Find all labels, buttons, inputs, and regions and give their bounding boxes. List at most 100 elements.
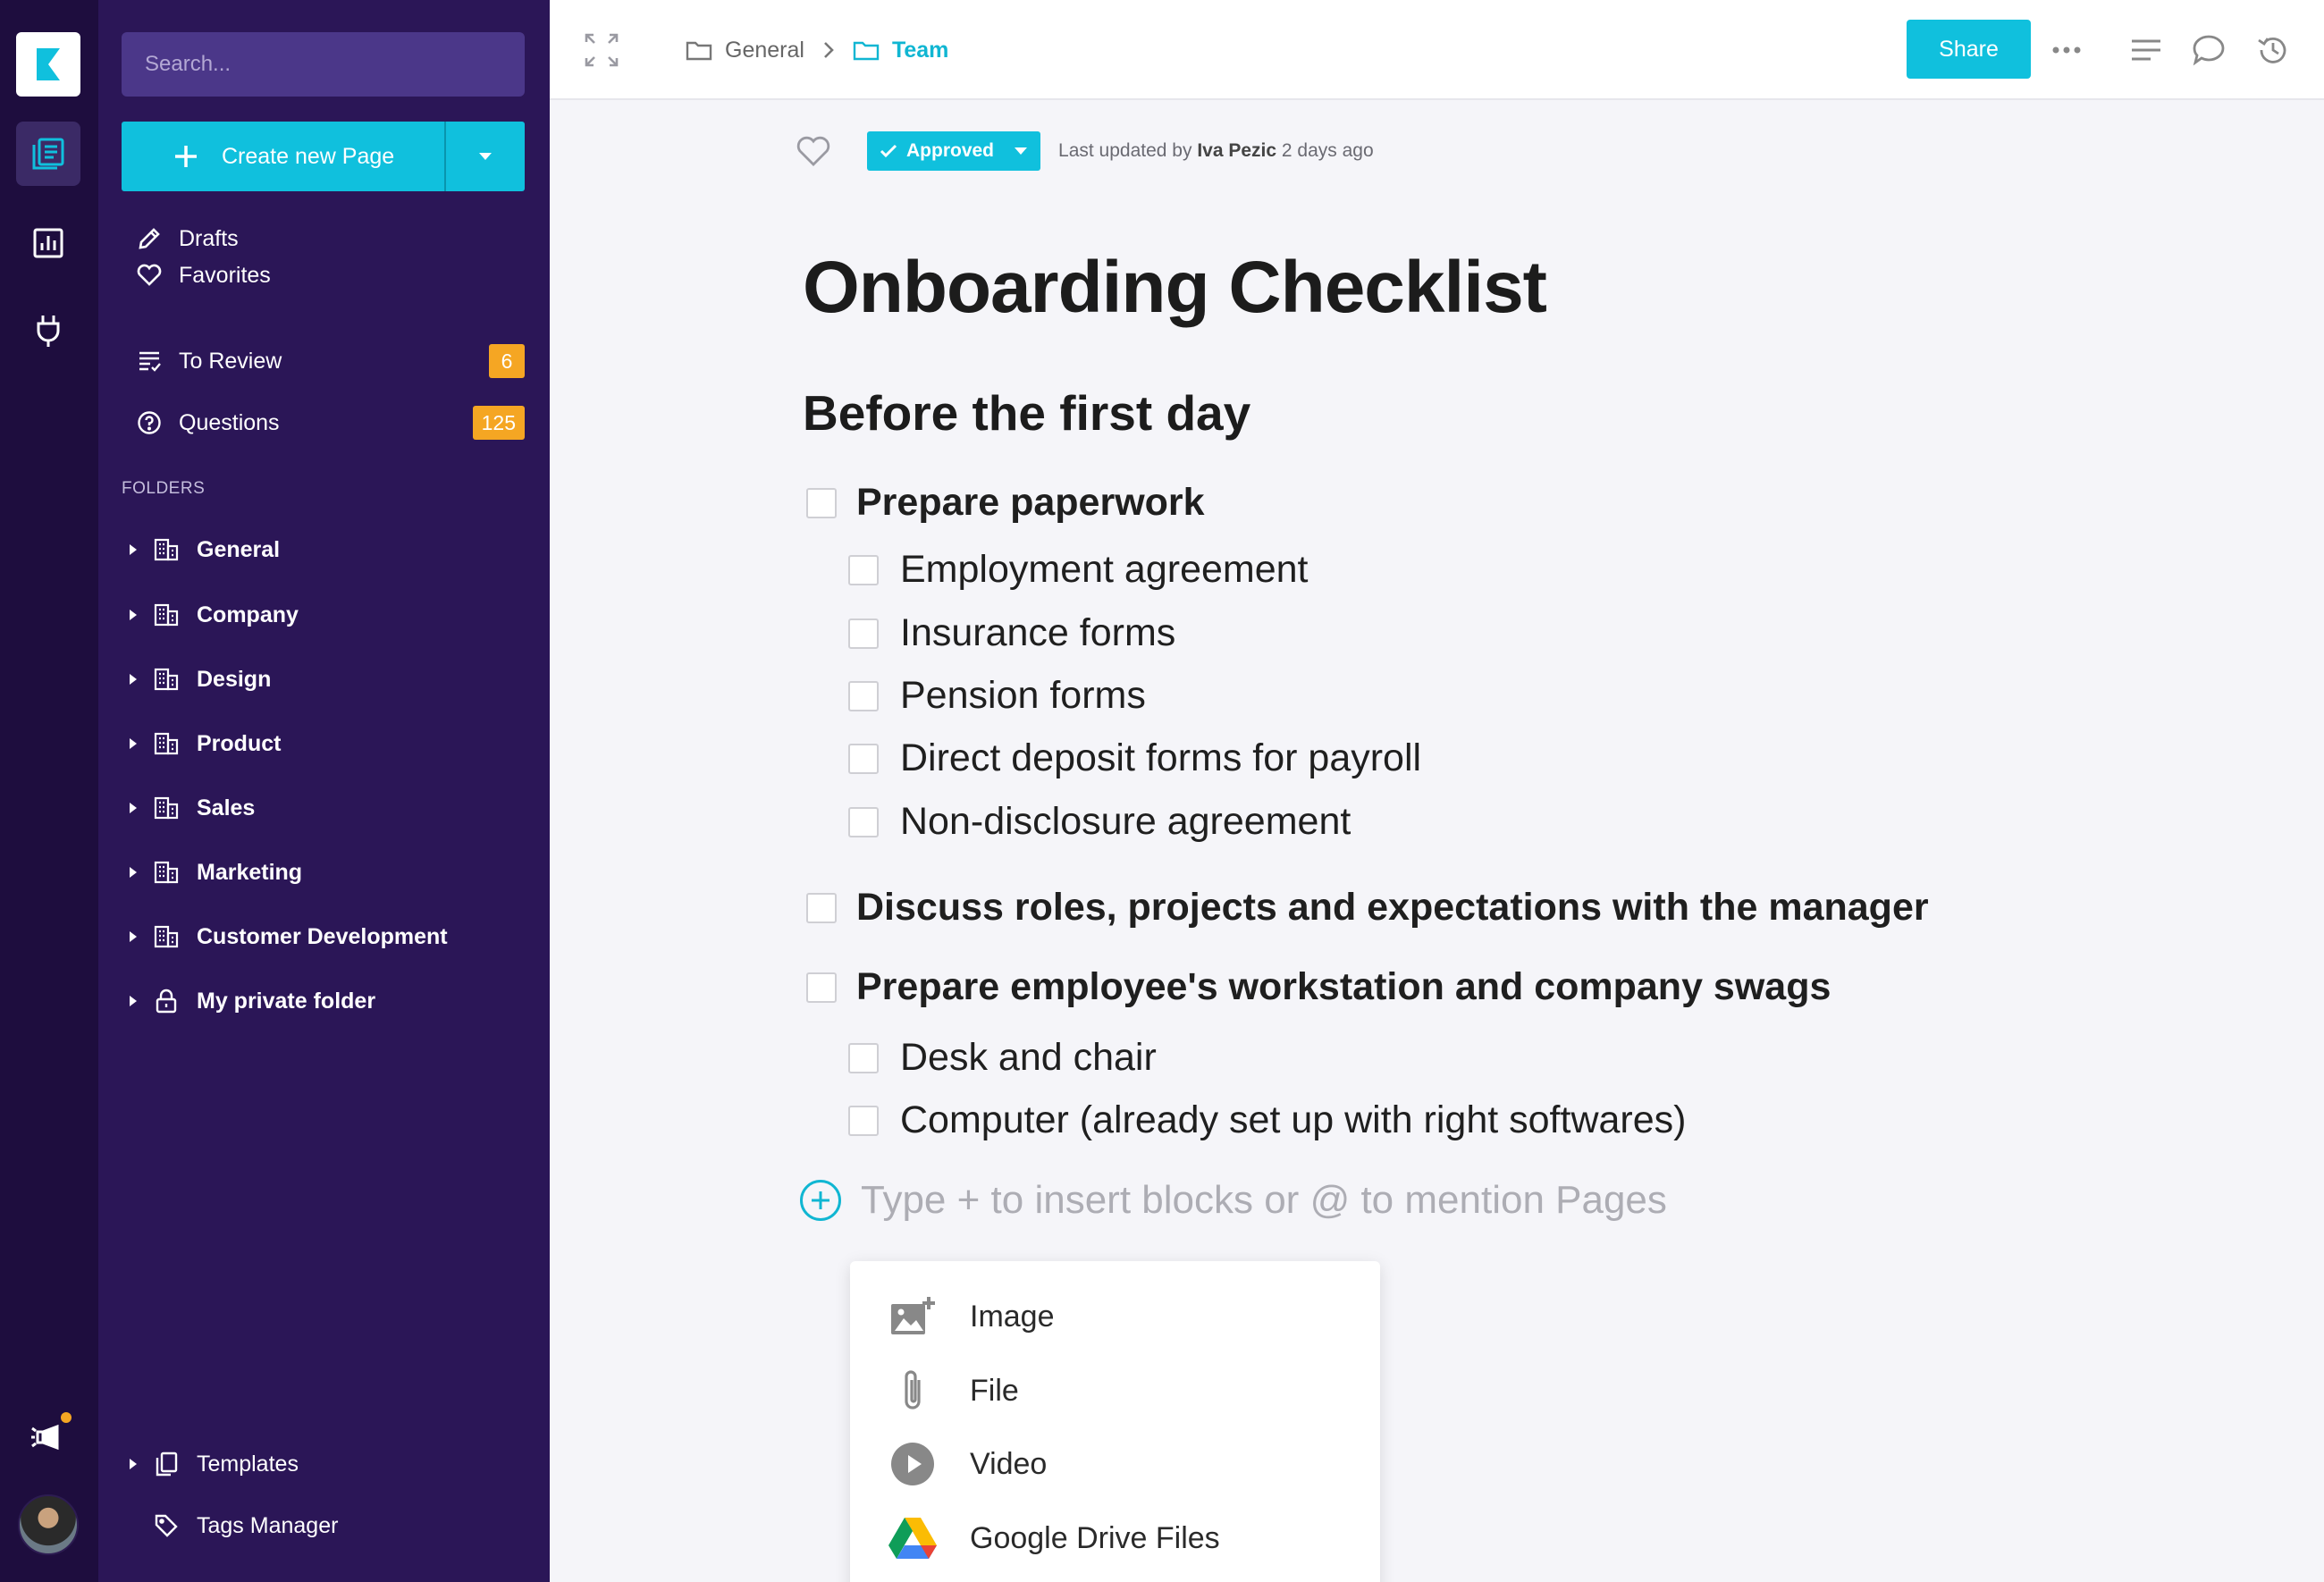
caret-right-icon[interactable] <box>125 673 152 686</box>
sidebar-item-to-review[interactable]: To Review 6 <box>136 338 525 384</box>
caret-right-icon[interactable] <box>125 866 152 879</box>
create-page-dropdown-button[interactable] <box>446 122 525 191</box>
create-page-button-group: Create new Page <box>122 122 525 191</box>
logo-icon[interactable] <box>16 32 80 97</box>
create-page-label: Create new Page <box>222 143 395 169</box>
caret-right-icon[interactable] <box>125 609 152 621</box>
checklist-item[interactable]: Prepare employee's workstation and compa… <box>806 965 1831 1009</box>
sidebar: Create new Page Drafts Favorites To Revi… <box>98 0 550 1582</box>
menu-item-label: Google Drive Files <box>970 1520 1220 1555</box>
image-add-icon <box>888 1292 938 1342</box>
building-icon <box>152 535 181 564</box>
section-heading[interactable]: Before the first day <box>803 384 1250 442</box>
checkbox[interactable] <box>806 892 837 923</box>
folder-label: Sales <box>197 795 256 820</box>
more-icon[interactable] <box>2049 32 2084 68</box>
avatar[interactable] <box>18 1494 79 1555</box>
checklist-item[interactable]: Discuss roles, projects and expectations… <box>806 886 1929 930</box>
checkbox[interactable] <box>806 972 837 1003</box>
checklist-item[interactable]: Non-disclosure agreement <box>848 800 1351 844</box>
breadcrumb-team[interactable]: Team <box>892 38 948 63</box>
folder-label: My private folder <box>197 988 376 1014</box>
building-icon <box>152 729 181 758</box>
caret-right-icon[interactable] <box>125 802 152 814</box>
sidebar-item-tags-manager[interactable]: Tags Manager <box>125 1502 525 1549</box>
folder-label: Design <box>197 666 272 692</box>
folder-my-private-folder[interactable]: My private folder <box>125 978 525 1024</box>
search-input[interactable] <box>145 52 501 77</box>
sidebar-item-favorites[interactable]: Favorites <box>136 252 525 299</box>
checklist-item[interactable]: Desk and chair <box>848 1036 1157 1080</box>
chevron-right-icon <box>824 42 834 58</box>
folder-label: Marketing <box>197 859 303 885</box>
sidebar-item-label: Drafts <box>179 225 239 251</box>
checkbox[interactable] <box>848 806 879 837</box>
folder-sales[interactable]: Sales <box>125 785 525 831</box>
menu-item-image[interactable]: Image <box>888 1285 1352 1348</box>
folder-company[interactable]: Company <box>125 592 525 638</box>
create-page-button[interactable]: Create new Page <box>122 122 446 191</box>
search-box[interactable] <box>122 32 525 97</box>
folder-general[interactable]: General <box>125 526 525 573</box>
heart-icon <box>136 262 163 289</box>
folder-design[interactable]: Design <box>125 656 525 703</box>
pencil-icon <box>136 225 163 252</box>
outline-icon[interactable] <box>2128 32 2164 68</box>
checkbox[interactable] <box>848 618 879 649</box>
caret-right-icon[interactable] <box>125 930 152 943</box>
folder-customer-development[interactable]: Customer Development <box>125 913 525 960</box>
sidebar-item-label: Questions <box>179 409 280 435</box>
folders-heading: FOLDERS <box>122 479 206 498</box>
checkbox[interactable] <box>848 554 879 585</box>
templates-icon <box>152 1450 181 1478</box>
insert-placeholder: Type + to insert blocks or @ to mention … <box>861 1178 1667 1222</box>
menu-item-label: Image <box>970 1299 1055 1334</box>
building-icon <box>152 794 181 822</box>
checklist-item[interactable]: Pension forms <box>848 674 1146 718</box>
menu-item-file[interactable]: File <box>888 1359 1352 1422</box>
menu-item-google-drive[interactable]: Google Drive Files <box>888 1507 1352 1569</box>
folder-product[interactable]: Product <box>125 720 525 767</box>
integrations-plug-icon[interactable] <box>16 299 80 363</box>
sidebar-item-questions[interactable]: Questions 125 <box>136 400 525 446</box>
checkbox[interactable] <box>806 487 837 518</box>
review-count-badge: 6 <box>489 344 525 378</box>
checklist-item[interactable]: Computer (already set up with right soft… <box>848 1098 1686 1142</box>
analytics-icon[interactable] <box>16 211 80 275</box>
breadcrumb-general[interactable]: General <box>725 38 804 63</box>
insert-block-input[interactable]: Type + to insert blocks or @ to mention … <box>800 1178 1667 1223</box>
expand-icon[interactable] <box>584 32 619 68</box>
checkbox[interactable] <box>848 680 879 711</box>
caret-right-icon[interactable] <box>125 737 152 750</box>
checklist-item[interactable]: Direct deposit forms for payroll <box>848 736 1421 780</box>
checkbox[interactable] <box>848 743 879 774</box>
share-button[interactable]: Share <box>1907 20 2031 79</box>
folder-marketing[interactable]: Marketing <box>125 849 525 896</box>
caret-right-icon[interactable] <box>125 543 152 556</box>
history-icon[interactable] <box>2255 32 2291 68</box>
review-list-icon <box>136 348 163 374</box>
caret-right-icon[interactable] <box>125 1458 152 1470</box>
status-label: Approved <box>906 140 995 161</box>
paperclip-icon <box>888 1366 938 1416</box>
updated-by[interactable]: Iva Pezic <box>1197 140 1276 161</box>
checklist-item[interactable]: Prepare paperwork <box>806 481 1205 525</box>
sidebar-item-templates[interactable]: Templates <box>125 1441 525 1487</box>
checkbox[interactable] <box>848 1042 879 1073</box>
favorite-heart-icon[interactable] <box>796 133 831 169</box>
caret-right-icon[interactable] <box>125 995 152 1007</box>
menu-item-video[interactable]: Video <box>888 1433 1352 1495</box>
checklist-item[interactable]: Insurance forms <box>848 611 1175 655</box>
add-block-icon[interactable] <box>800 1180 841 1221</box>
building-icon <box>152 601 181 629</box>
status-badge[interactable]: Approved <box>867 131 1041 171</box>
folder-label: Company <box>197 602 299 627</box>
top-bar: General Team Share <box>550 0 2324 100</box>
checklist-item[interactable]: Employment agreement <box>848 548 1309 592</box>
folder-label: Product <box>197 730 282 756</box>
checkbox[interactable] <box>848 1105 879 1136</box>
tag-icon <box>152 1511 181 1540</box>
comment-icon[interactable] <box>2191 32 2227 68</box>
pages-icon[interactable] <box>16 122 80 186</box>
page-title[interactable]: Onboarding Checklist <box>803 246 1547 330</box>
